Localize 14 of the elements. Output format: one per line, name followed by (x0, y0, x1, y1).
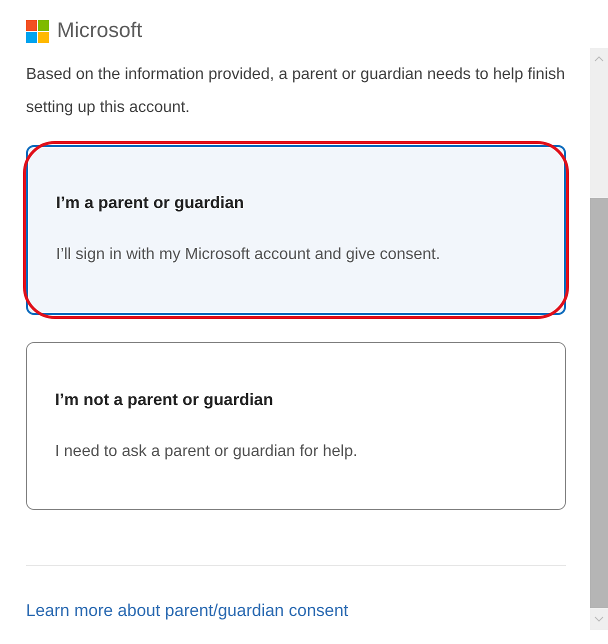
scroll-down-icon[interactable] (594, 616, 604, 622)
option-title: I’m a parent or guardian (56, 194, 245, 213)
option-description: I’ll sign in with my Microsoft account and give consent. (56, 246, 442, 264)
consent-link[interactable]: Learn more about parent/guardian consent (26, 601, 566, 621)
option-card[interactable]: I’m not a parent or guardian I need to ask a parent or guardian for help. (26, 342, 566, 510)
logo-icon (26, 20, 49, 42)
info-message: Based on the information provided, a parent or guardian needs to help finish setting up this account. (26, 65, 566, 118)
option-card[interactable]: I’m a parent or guardian I’ll sign in with my Microsoft account and give consent. (26, 145, 566, 315)
scrollbar[interactable] (590, 48, 608, 630)
scroll-thumb[interactable] (590, 198, 608, 608)
brand-name: Microsoft (57, 19, 142, 43)
scroll-up-icon[interactable] (594, 56, 604, 62)
option-description: I need to ask a parent or guardian for help. (55, 443, 358, 461)
option-title: I’m not a parent or guardian (55, 391, 274, 410)
